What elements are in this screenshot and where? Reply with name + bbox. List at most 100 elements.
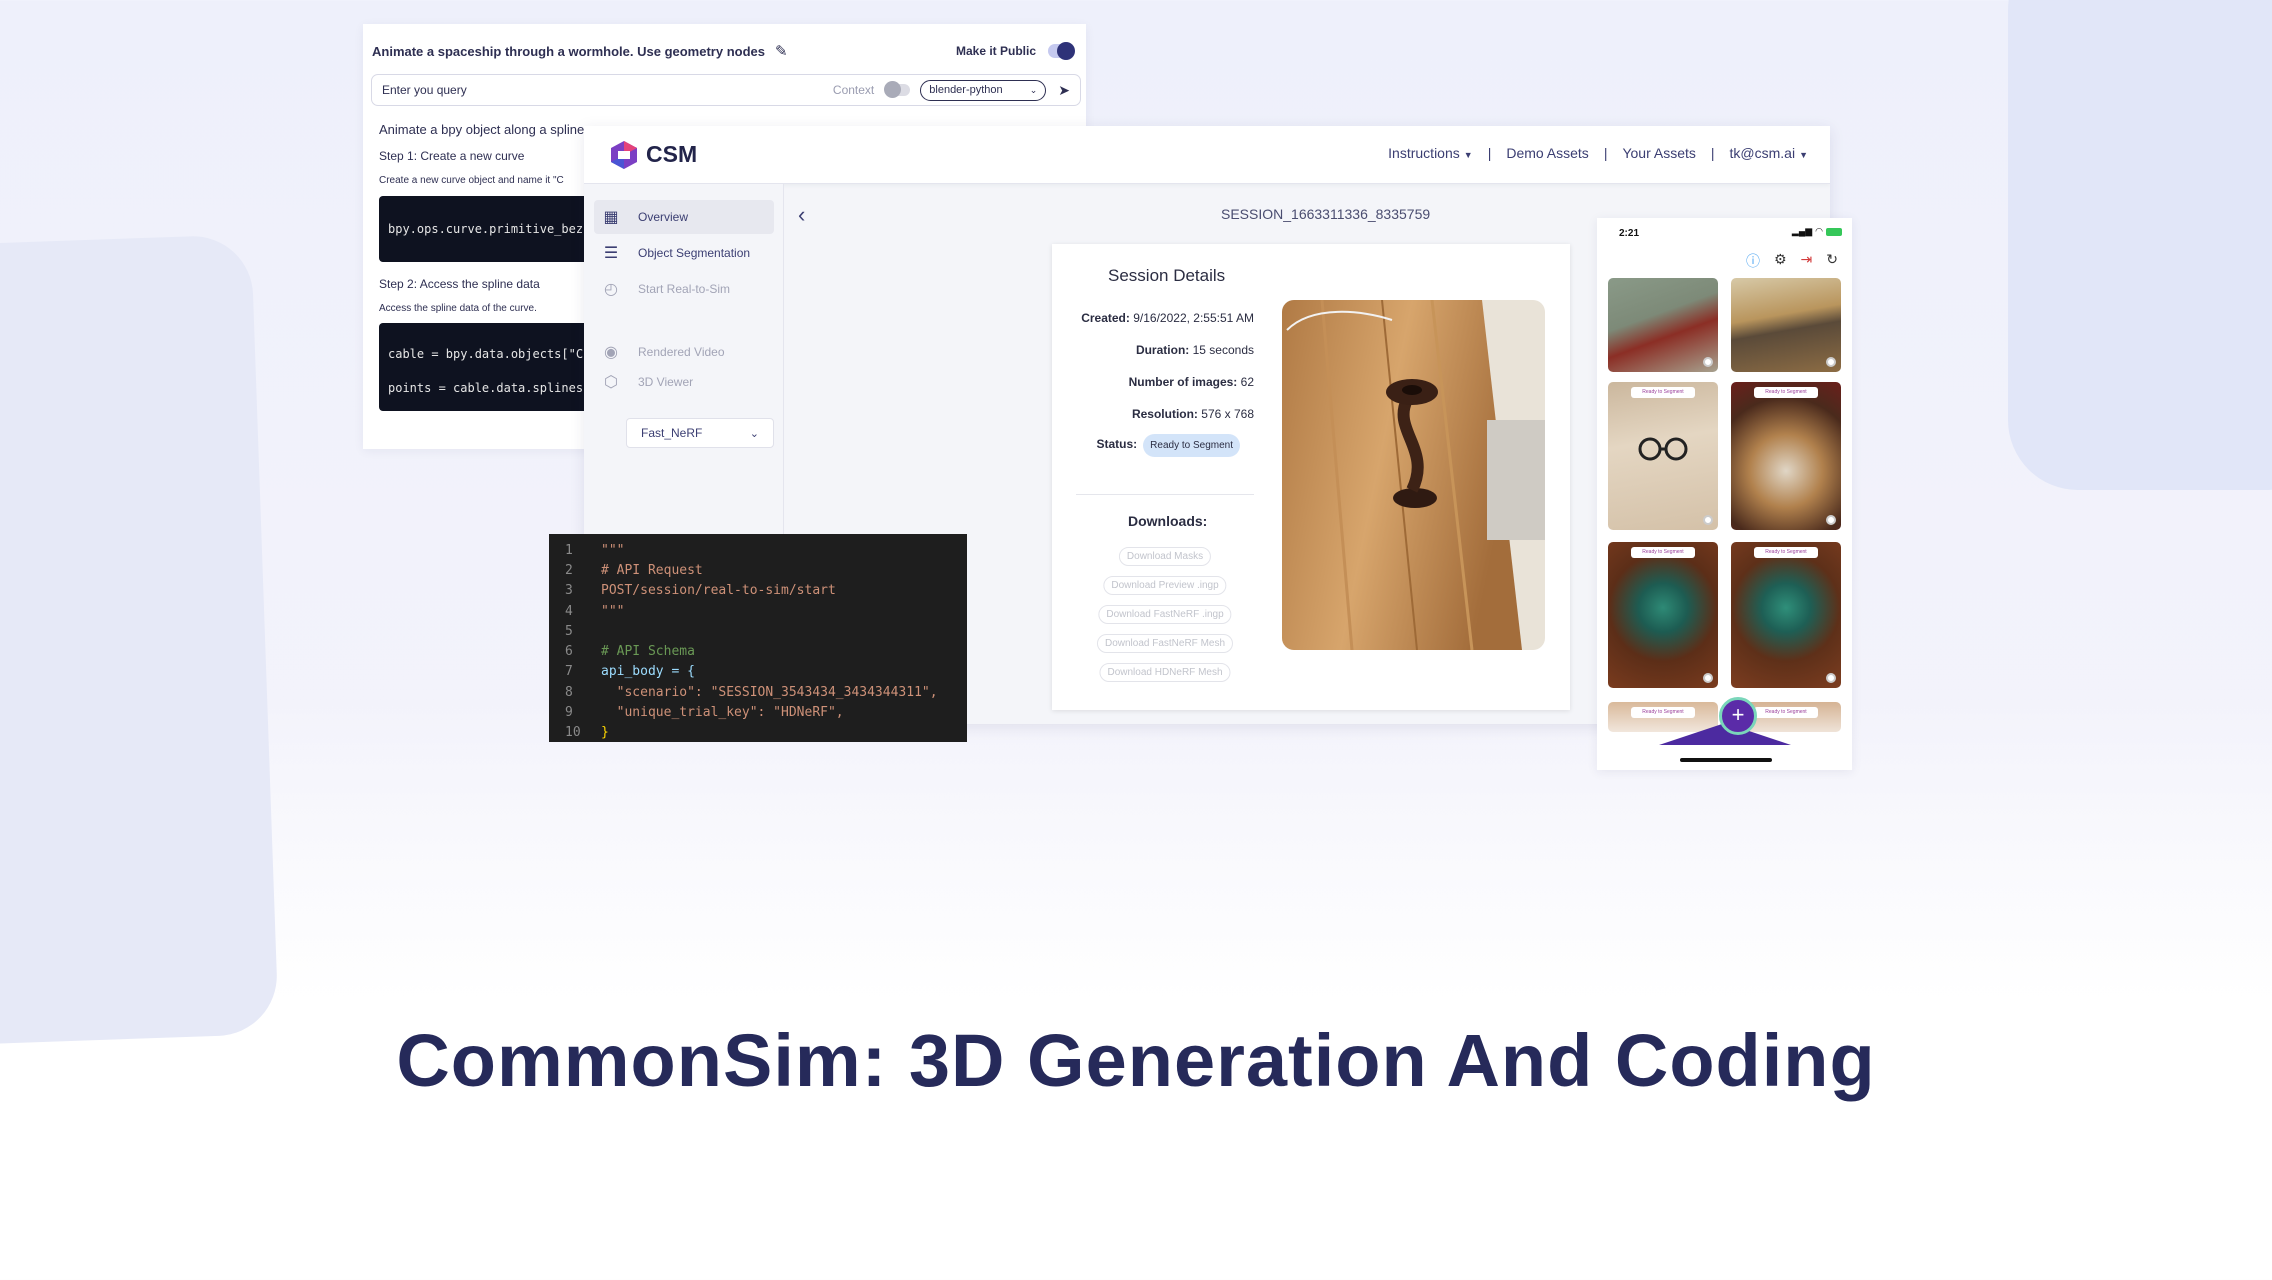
response-heading: Animate a bpy object along a spline [379,122,585,137]
nav-separator: | [1603,145,1608,161]
send-icon[interactable]: ➤ [1058,82,1070,99]
chevron-down-icon: ⌄ [749,427,759,440]
sidebar-item-overview[interactable]: ▦ Overview [594,200,774,234]
add-button[interactable]: + [1719,697,1757,735]
context-toggle[interactable] [884,81,911,98]
caret-down-icon: ▼ [1799,150,1808,160]
thumbnail-tag: Ready to Segment [1754,547,1818,558]
sidebar-item-label: Overview [638,210,689,224]
gear-icon[interactable]: ⚙ [1774,251,1787,271]
pencil-icon[interactable]: ✎ [775,42,788,60]
chevron-left-icon[interactable]: ‹ [798,202,805,228]
api-code-block: 1 """ 2 # API Request 3 POST/session/real-t… [549,534,967,742]
download-masks-button[interactable]: Download Masks [1118,547,1212,566]
headline: CommonSim: 3D Generation And Coding [396,1019,1876,1102]
nav-menu: Instructions ▼ | Demo Assets | Your Asset… [1388,145,1808,161]
caret-down-icon: ▼ [1463,150,1473,160]
code-line: 9 "unique_trial_key": "HDNeRF", [565,705,844,721]
context-label: Context [832,83,875,97]
detail-duration: Duration: 15 seconds [1135,343,1254,357]
info-icon[interactable]: ⓘ [1746,251,1760,271]
nav-separator: | [1710,145,1715,161]
query-input[interactable] [382,83,772,97]
model-select[interactable]: blender-python ⌄ [920,79,1047,101]
query-bar: Context blender-python ⌄ ➤ [371,74,1081,106]
make-public-toggle[interactable] [1048,42,1075,60]
prompt-title: Animate a spaceship through a wormhole. … [372,43,765,59]
logout-icon[interactable]: ⇥ [1801,251,1813,271]
code-line: 2 # API Request [565,562,703,578]
brand-name: CSM [646,141,698,167]
thumbnail[interactable]: Ready to Segment [1608,382,1718,530]
status-badge: Ready to Segment [1143,434,1240,457]
status-time: 2:21 [1619,228,1640,239]
thumbnail[interactable] [1608,278,1718,372]
plus-icon: + [1731,702,1745,727]
mobile-app-screen: 2:21 ▂▄▆ ◠ ⓘ ⚙ ⇥ ↻ Ready to Segment Read… [1597,218,1852,770]
toggle-knob [1057,42,1075,60]
thumbnail[interactable]: Ready to Segment [1608,542,1718,688]
nav-separator: | [1487,145,1492,161]
divider [1076,494,1254,495]
background-shape-left [0,234,279,1046]
nav-your-assets[interactable]: Your Assets [1622,145,1695,161]
select-dot[interactable] [1703,673,1713,683]
sidebar-item-rendered-video[interactable]: ◉ Rendered Video [594,335,774,369]
sidebar-item-label: Rendered Video [638,345,725,359]
thumbnail-tag: Ready to Segment [1631,547,1695,558]
code-line: 4 """ [565,603,625,619]
code-line: 5 [565,623,573,639]
sidebar-item-start-real-to-sim[interactable]: ◴ Start Real-to-Sim [594,272,774,306]
thumbnail-tag: Ready to Segment [1631,707,1695,718]
select-dot[interactable] [1826,673,1836,683]
code-line: 6 # API Schema [565,644,695,660]
nav-demo-assets[interactable]: Demo Assets [1506,145,1588,161]
download-hdnerf-mesh-button[interactable]: Download HDNeRF Mesh [1099,663,1231,682]
thumbnail[interactable]: Ready to Segment [1731,542,1841,688]
code-snippet: bpy.ops.curve.primitive_bezie [379,196,585,262]
wifi-icon: ◠ [1815,226,1823,236]
response-step: Step 2: Access the spline data [379,277,540,291]
segmentation-icon: ☰ [603,245,619,262]
refresh-icon[interactable]: ↻ [1826,251,1838,271]
response-step: Step 1: Create a new curve [379,149,525,163]
nav-account[interactable]: tk@csm.ai ▼ [1730,145,1808,161]
make-public-label: Make it Public [955,44,1036,58]
phone-toolbar: ⓘ ⚙ ⇥ ↻ [1746,251,1838,271]
ai-response: Animate a bpy object along a spline Step… [363,112,585,449]
eye-icon: ◉ [604,344,618,361]
session-details-title: Session Details [1108,266,1226,285]
thumbnail-tag: Ready to Segment [1754,387,1818,398]
cube-icon: ⬡ [604,374,618,391]
detail-resolution: Resolution: 576 x 768 [1131,407,1254,421]
session-details-card: Session Details Created: 9/16/2022, 2:55… [1052,244,1570,710]
home-indicator [1680,758,1772,762]
sidebar-item-label: Object Segmentation [638,246,751,260]
select-dot[interactable] [1703,515,1713,525]
code-line: points = cable.data.splines[0 [388,381,585,395]
sidebar-item-object-segmentation[interactable]: ☰ Object Segmentation [594,236,774,270]
code-line: 8 "scenario": "SESSION_3543434_343434431… [565,684,938,700]
detail-status: Status: Ready to Segment [1097,434,1240,457]
code-line: 7 api_body = { [565,664,695,680]
download-preview-button[interactable]: Download Preview .ingp [1103,576,1227,595]
top-navbar: CSM Instructions ▼ | Demo Assets | Your A… [584,126,1830,184]
signal-icon: ▂▄▆ [1791,226,1813,236]
thumbnail[interactable]: Ready to Segment [1731,382,1841,530]
glasses-image [1638,437,1688,461]
thumbnail[interactable] [1731,278,1841,372]
code-snippet: cable = bpy.data.objects["Cur points = c… [379,323,585,411]
session-id: SESSION_1663311336_8335759 [1221,206,1431,222]
download-fastnerf-ingp-button[interactable]: Download FastNeRF .ingp [1098,605,1232,624]
sidebar-item-label: Start Real-to-Sim [638,282,731,296]
chevron-down-icon: ⌄ [1029,84,1038,95]
select-dot[interactable] [1826,357,1836,367]
download-fastnerf-mesh-button[interactable]: Download FastNeRF Mesh [1096,634,1234,653]
select-dot[interactable] [1826,515,1836,525]
nav-instructions[interactable]: Instructions ▼ [1388,145,1473,161]
sidebar-item-3d-viewer[interactable]: ⬡ 3D Viewer [594,365,774,399]
code-line: 3 POST/session/real-to-sim/start [565,583,836,599]
select-dot[interactable] [1703,357,1713,367]
nerf-type-select[interactable]: Fast_NeRF ⌄ [626,418,774,448]
csm-logo-icon [611,141,637,169]
